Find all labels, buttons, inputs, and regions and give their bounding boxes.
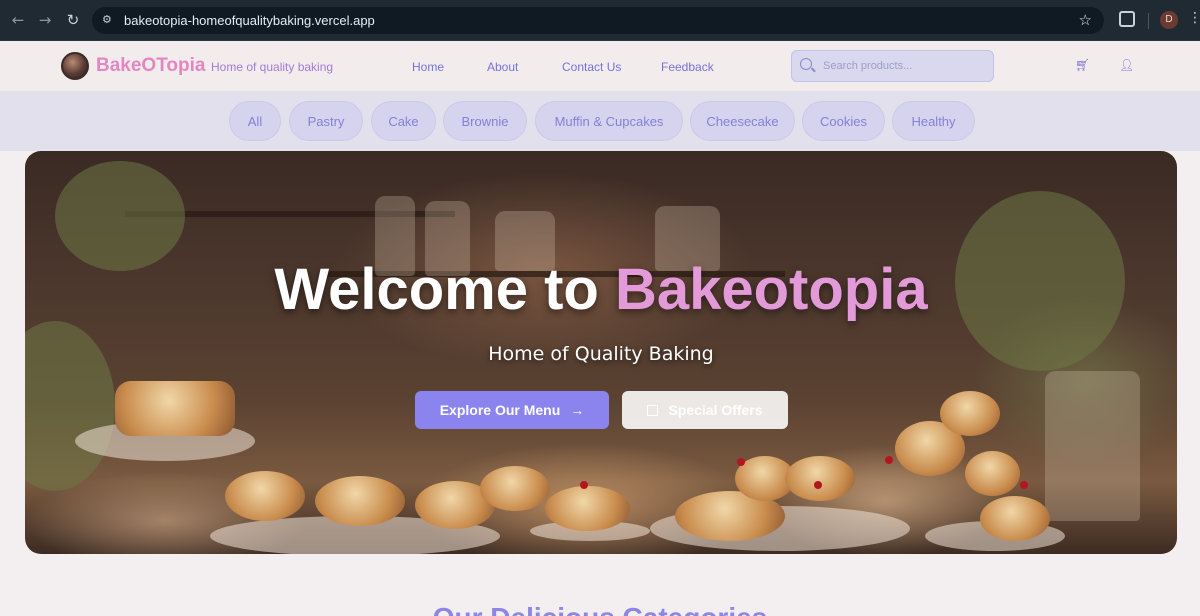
back-arrow-icon[interactable]: ← <box>9 11 27 29</box>
site-header: BakeOTopia Home of quality baking Home A… <box>0 41 1200 91</box>
category-chip-brownie[interactable]: Brownie <box>443 101 527 141</box>
nav-link-about[interactable]: About <box>487 60 518 74</box>
gift-icon <box>647 405 659 416</box>
hero-subtitle: Home of Quality Baking <box>488 343 714 365</box>
user-icon[interactable]: 👤︎ <box>1119 58 1134 72</box>
category-chip-cookies[interactable]: Cookies <box>802 101 885 141</box>
brand-tagline: Home of quality baking <box>211 60 334 74</box>
hero-title-main: Welcome to <box>274 257 615 322</box>
nav-link-contact[interactable]: Contact Us <box>562 60 621 74</box>
category-chip-cake[interactable]: Cake <box>371 101 436 141</box>
section-title: Our Delicious Categories <box>0 602 1200 616</box>
nav-link-feedback[interactable]: Feedback <box>661 60 714 74</box>
reload-icon[interactable]: ↻ <box>64 11 82 29</box>
address-bar[interactable]: ⚙ bakeotopia-homeofqualitybaking.vercel.… <box>92 7 1104 34</box>
arrow-right-icon: → <box>570 402 585 418</box>
extensions-icon[interactable] <box>1119 11 1135 27</box>
browser-toolbar: ← → ↻ ⚙ bakeotopia-homeofqualitybaking.v… <box>0 0 1200 41</box>
category-chip-healthy[interactable]: Healthy <box>892 101 975 141</box>
site-settings-icon[interactable]: ⚙ <box>102 13 116 27</box>
search-input[interactable] <box>823 58 983 74</box>
explore-menu-label: Explore Our Menu <box>439 402 561 418</box>
hero-banner: Welcome to Bakeotopia Home of Quality Ba… <box>25 151 1177 554</box>
hero-title: Welcome to Bakeotopia <box>25 256 1177 323</box>
special-offers-label: Special Offers <box>668 402 763 418</box>
category-bar: All Pastry Cake Brownie Muffin & Cupcake… <box>0 91 1200 151</box>
special-offers-button[interactable]: Special Offers <box>622 391 788 429</box>
url-text[interactable]: bakeotopia-homeofqualitybaking.vercel.ap… <box>124 13 375 28</box>
search-box[interactable] <box>791 50 994 82</box>
star-icon[interactable]: ☆ <box>1079 11 1092 29</box>
profile-avatar[interactable]: D <box>1160 11 1178 29</box>
logo-image[interactable] <box>61 52 89 80</box>
category-chip-muffin-cupcakes[interactable]: Muffin & Cupcakes <box>535 101 683 141</box>
search-icon <box>800 58 812 70</box>
toolbar-divider <box>1148 13 1149 29</box>
category-chip-pastry[interactable]: Pastry <box>289 101 363 141</box>
nav-link-home[interactable]: Home <box>412 60 444 74</box>
explore-menu-button[interactable]: Explore Our Menu → <box>415 391 609 429</box>
cart-icon[interactable]: 🛒︎ <box>1075 58 1090 72</box>
menu-icon[interactable]: ⋮ <box>1188 10 1200 26</box>
brand-name[interactable]: BakeOTopia <box>96 55 205 77</box>
hero-title-accent: Bakeotopia <box>614 257 928 322</box>
forward-arrow-icon[interactable]: → <box>36 11 54 29</box>
category-chip-all[interactable]: All <box>229 101 281 141</box>
category-chip-cheesecake[interactable]: Cheesecake <box>690 101 795 141</box>
